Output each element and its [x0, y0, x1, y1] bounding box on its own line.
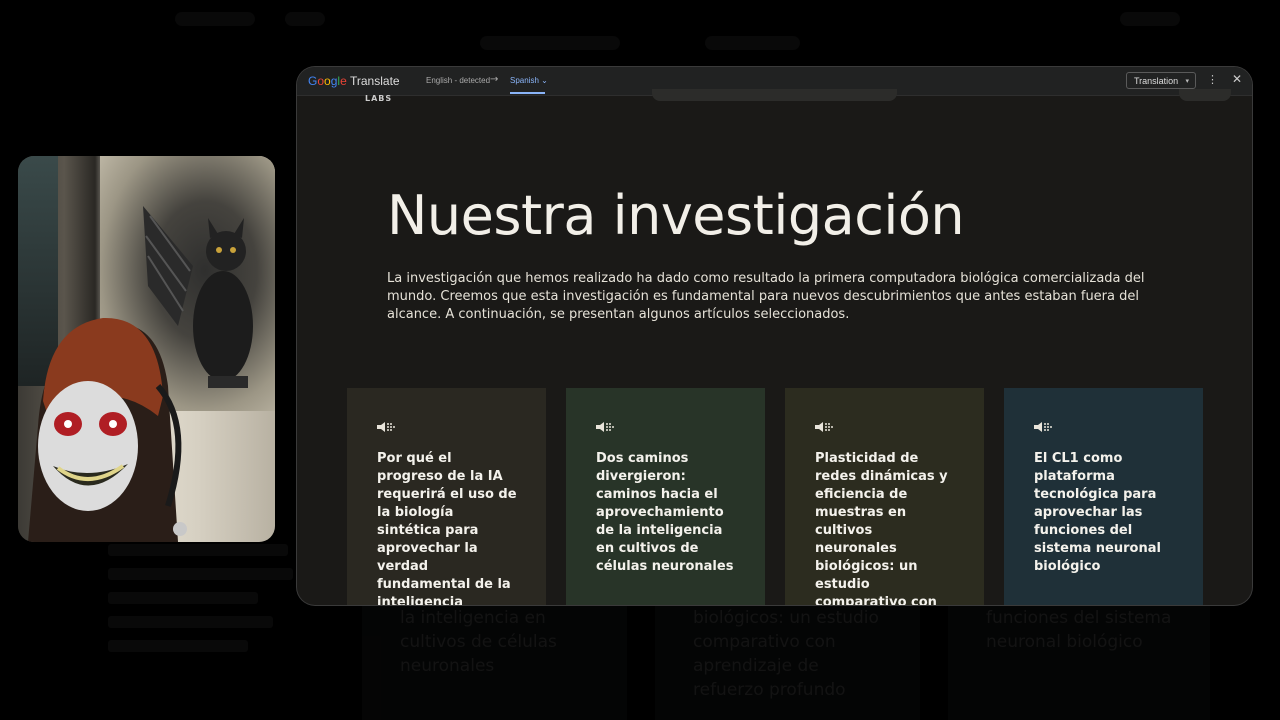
speaker-dots-icon [815, 422, 833, 432]
translation-mode-label: Translation [1134, 76, 1179, 86]
more-options-icon[interactable]: ⋮ [1207, 73, 1218, 86]
close-icon[interactable]: ✕ [1232, 72, 1242, 86]
background-card-text: la inteligencia en cultivos de células n… [400, 608, 557, 676]
background-text-line [108, 640, 248, 652]
research-card-title: Plasticidad de redes dinámicas y eficien… [815, 451, 948, 605]
translate-app-name: Translate [350, 74, 400, 88]
background-nav-item [480, 36, 620, 50]
research-card-title: El CL1 como plataforma tecnológica para … [1034, 451, 1161, 574]
research-card[interactable]: Dos caminos divergieron: caminos hacia e… [566, 388, 765, 605]
microphone-icon [173, 522, 187, 536]
research-card[interactable]: Por qué el progreso de la IA requerirá e… [347, 388, 546, 605]
active-language-underline [510, 92, 545, 94]
dropdown-caret-icon: ▾ [1185, 78, 1189, 85]
target-language-label: Spanish [510, 76, 539, 85]
swap-arrow-icon: → [490, 74, 499, 85]
source-language[interactable]: English - detected [426, 76, 490, 85]
background-text-line [108, 568, 293, 580]
background-text-line [108, 544, 288, 556]
background-nav-item [285, 12, 325, 26]
background-text-line [108, 616, 273, 628]
background-navbar [0, 0, 1280, 56]
research-card-title: Por qué el progreso de la IA requerirá e… [377, 451, 517, 605]
target-language-dropdown[interactable]: Spanish ⌄ [510, 76, 548, 85]
speaker-dots-icon [1034, 422, 1052, 432]
translation-mode-select[interactable]: Translation ▾ [1126, 72, 1196, 89]
background-card-text: biológicos: un estudio comparativo con a… [693, 608, 879, 700]
background-card-text: funciones del sistema neuronal biológico [986, 608, 1172, 652]
background-nav-item [1120, 12, 1180, 26]
site-nav-pill[interactable] [652, 89, 897, 101]
background-nav-item [175, 12, 255, 26]
translate-overlay-window: Google Translate English - detected → Sp… [297, 67, 1252, 605]
speaker-dots-icon [377, 422, 395, 432]
chevron-down-icon: ⌄ [541, 76, 548, 85]
google-logo: Google [308, 74, 347, 88]
page-description: La investigación que hemos realizado ha … [387, 271, 1145, 322]
webcam-person [28, 317, 182, 542]
research-card[interactable]: El CL1 como plataforma tecnológica para … [1004, 388, 1203, 605]
site-nav-button[interactable] [1179, 89, 1231, 101]
site-logo-labs[interactable]: LABS [365, 94, 392, 103]
research-card[interactable]: Plasticidad de redes dinámicas y eficien… [785, 388, 984, 605]
background-nav-item [705, 36, 800, 50]
background-text-line [108, 592, 258, 604]
research-card-title: Dos caminos divergieron: caminos hacia e… [596, 451, 734, 574]
speaker-dots-icon [596, 422, 614, 432]
page-title: Nuestra investigación [387, 184, 965, 247]
webcam-overlay [18, 156, 275, 542]
